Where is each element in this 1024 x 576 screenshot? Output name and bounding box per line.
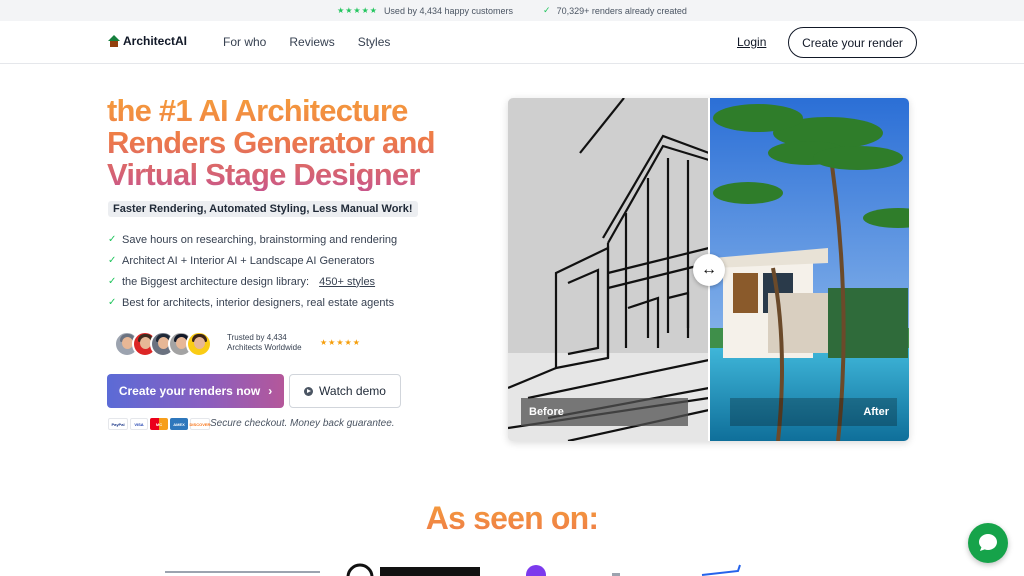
payment-methods: PayPal VISA MC AMEX DISCOVER [108,418,210,430]
logo-text: ArchitectAI [123,34,188,48]
feature-text: the Biggest architecture design library: [122,275,310,288]
after-label: After [730,398,897,426]
visa-logo: VISA [130,418,148,430]
nav-link-for-who[interactable]: For who [223,35,266,49]
styles-link[interactable]: 450+ styles [319,276,375,288]
chat-bubble-icon [979,534,997,551]
watch-demo-button[interactable]: Watch demo [289,374,401,408]
rating-stars: ★★★★★ [320,338,361,347]
hero-subtitle: Faster Rendering, Automated Styling, Les… [108,201,418,217]
login-link[interactable]: Login [737,35,766,49]
customers-badge: ★★★★★ Used by 4,434 happy customers [337,6,513,16]
nav-link-styles[interactable]: Styles [358,35,391,49]
feature-item: ✓ Architect AI + Interior AI + Landscape … [108,250,397,271]
trusted-line-1: Trusted by 4,434 [227,333,287,342]
checkout-text: Secure checkout. Money back guarantee. [210,418,395,429]
chat-button[interactable] [968,523,1008,563]
hero-title: the #1 AI Architecture Renders Generator… [107,95,467,191]
discover-logo: DISCOVER [190,418,210,430]
avatar [186,331,212,357]
chevron-right-icon: › [268,384,273,398]
create-renders-label: Create your renders now [118,384,261,398]
renders-badge: ✓ 70,329+ renders already created [543,5,687,16]
amex-logo: AMEX [170,418,188,430]
logo[interactable]: ArchitectAI [108,34,187,48]
as-seen-on-title: As seen on: [0,500,1024,537]
feature-text: Save hours on researching, brainstorming… [122,233,398,246]
play-icon [304,386,314,396]
check-icon: ✓ [108,276,117,287]
customer-avatars [114,331,212,357]
hero-title-line-2: Renders Generator and [107,125,435,160]
customers-text: Used by 4,434 happy customers [383,5,514,16]
announcement-bar: ★★★★★ Used by 4,434 happy customers ✓ 70… [0,0,1024,21]
paypal-logo: PayPal [108,418,128,430]
feature-item: ✓ Best for architects, interior designers… [108,292,397,313]
check-icon: ✓ [108,297,117,308]
check-icon: ✓ [108,234,117,245]
hero-title-line-3: Virtual Stage Designer [107,157,420,192]
check-icon: ✓ [108,255,117,266]
watch-demo-label: Watch demo [319,384,386,398]
nav-link-reviews[interactable]: Reviews [289,35,334,49]
trusted-line-2: Architects Worldwide [227,343,302,352]
feature-text: Architect AI + Interior AI + Landscape A… [122,254,375,267]
create-renders-button[interactable]: Create your renders now › [107,374,284,408]
house-tree-icon [108,34,121,48]
feature-list: ✓ Save hours on researching, brainstormin… [108,229,397,313]
mastercard-logo: MC [150,418,168,430]
before-after-slider[interactable]: Before After ↔ [508,98,909,441]
feature-text: Best for architects, interior designers,… [122,296,395,309]
hero-title-line-1: the #1 AI Architecture [107,93,408,128]
main-nav: ArchitectAI For who Reviews Styles Login… [0,21,1024,64]
rating-stars: ★★★★★ [337,6,378,15]
nav-links: For who Reviews Styles [223,35,390,49]
press-logos [165,563,741,576]
trusted-text: Trusted by 4,434 Architects Worldwide [227,333,302,353]
check-icon: ✓ [543,5,551,15]
before-label: Before [521,398,688,426]
feature-item: ✓ the Biggest architecture design library… [108,271,397,292]
slider-handle-icon[interactable]: ↔ [693,254,725,286]
create-render-button[interactable]: Create your render [788,27,917,58]
renders-text: 70,329+ renders already created [556,5,687,16]
feature-item: ✓ Save hours on researching, brainstormin… [108,229,397,250]
